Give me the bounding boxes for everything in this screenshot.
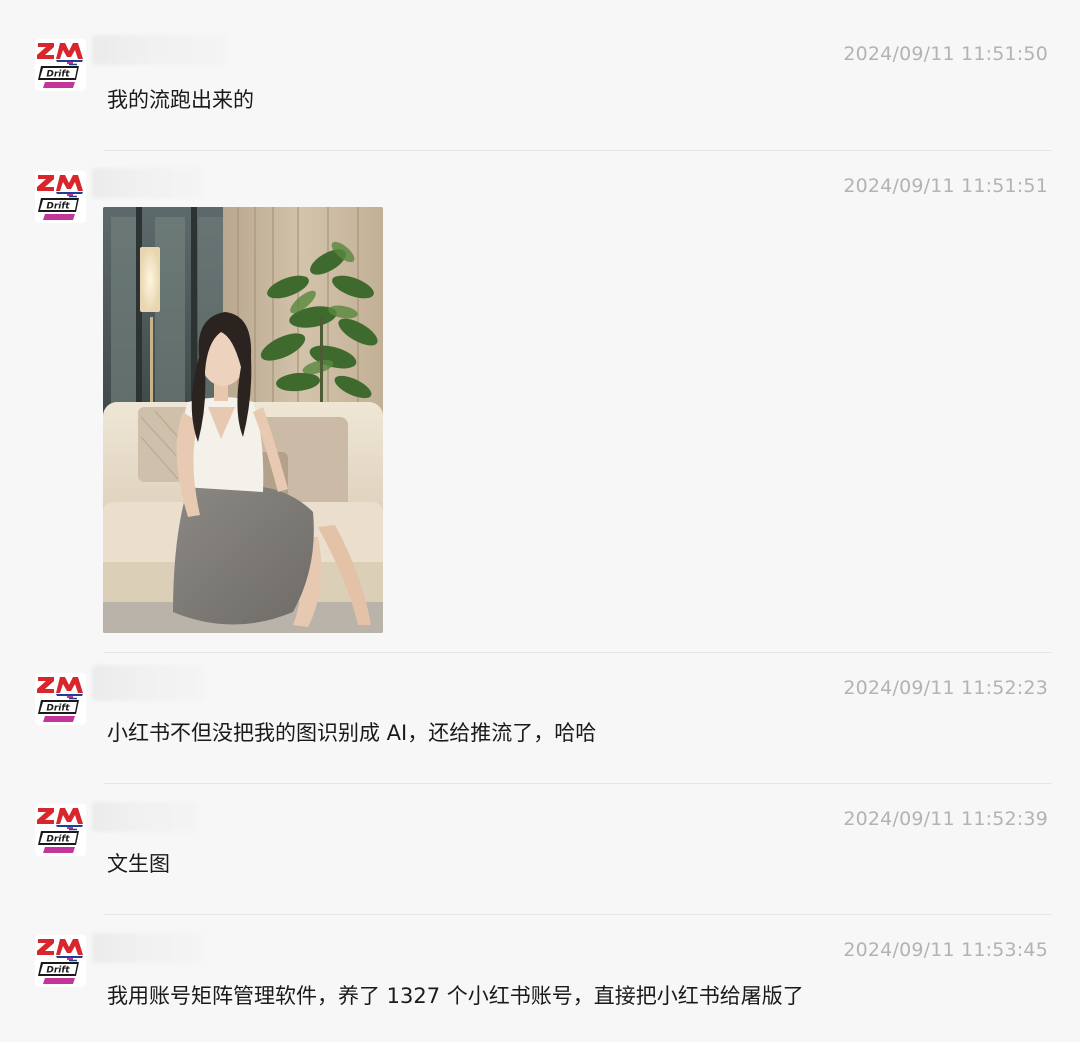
- chat-history: 2024/09/11 11:51:50 我的流跑出来的 2024/09/11 1…: [0, 0, 1080, 1042]
- message-text[interactable]: 我用账号矩阵管理软件，养了 1327 个小红书账号，直接把小红书给屠版了: [107, 980, 804, 1010]
- sender-name-blurred: [92, 665, 204, 701]
- message-text[interactable]: 小红书不但没把我的图识别成 AI，还给推流了，哈哈: [107, 717, 596, 747]
- divider: [104, 783, 1052, 784]
- sender-name-blurred: [92, 35, 226, 65]
- message-timestamp: 2024/09/11 11:51:51: [843, 175, 1048, 197]
- avatar[interactable]: [35, 935, 86, 987]
- sender-name-blurred: [92, 802, 198, 832]
- divider: [104, 150, 1052, 151]
- zm-drift-logo-icon: [35, 804, 86, 856]
- sender-name-blurred: [92, 168, 202, 198]
- avatar[interactable]: [35, 171, 86, 223]
- message-image[interactable]: [103, 207, 383, 633]
- message-timestamp: 2024/09/11 11:53:45: [843, 939, 1048, 961]
- zm-drift-logo-icon: [35, 39, 86, 91]
- message-text[interactable]: 我的流跑出来的: [107, 84, 254, 114]
- sender-name-blurred: [92, 933, 202, 963]
- message-timestamp: 2024/09/11 11:52:39: [843, 808, 1048, 830]
- photo-woman-on-sofa-image: [103, 207, 383, 633]
- avatar[interactable]: [35, 673, 86, 725]
- avatar[interactable]: [35, 804, 86, 856]
- message-timestamp: 2024/09/11 11:52:23: [843, 677, 1048, 699]
- avatar[interactable]: [35, 39, 86, 91]
- divider: [104, 914, 1052, 915]
- message-timestamp: 2024/09/11 11:51:50: [843, 43, 1048, 65]
- divider: [104, 652, 1052, 653]
- zm-drift-logo-icon: [35, 673, 86, 725]
- zm-drift-logo-icon: [35, 171, 86, 223]
- message-text[interactable]: 文生图: [107, 848, 170, 878]
- zm-drift-logo-icon: [35, 935, 86, 987]
